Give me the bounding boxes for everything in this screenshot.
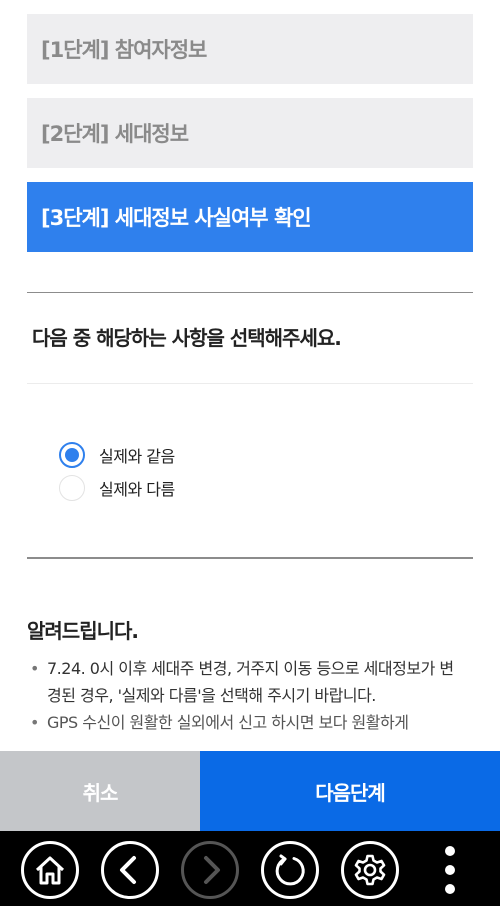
- step-2[interactable]: [2단계] 세대정보: [27, 98, 473, 168]
- notice-list: • 7.24. 0시 이후 세대주 변경, 거주지 이동 등으로 세대정보가 변…: [27, 655, 467, 736]
- radio-different[interactable]: [59, 474, 85, 501]
- divider: [27, 383, 473, 384]
- option-different[interactable]: 실제와 다름: [59, 471, 175, 504]
- notice-title: 알려드립니다.: [27, 619, 139, 643]
- refresh-icon: [275, 854, 305, 886]
- step-list: [1단계] 참여자정보 [2단계] 세대정보 [3단계] 세대정보 사실여부 확…: [27, 14, 473, 266]
- divider: [27, 292, 473, 293]
- radio-group: 실제와 같음 실제와 다름: [59, 438, 175, 504]
- notice-item-text: GPS 수신이 원활한 실외에서 신고 하시면 보다 원활하게: [47, 713, 409, 732]
- bullet-icon: •: [30, 659, 39, 678]
- back-button[interactable]: [101, 841, 159, 899]
- option-same[interactable]: 실제와 같음: [59, 438, 175, 471]
- step-3-label: [3단계] 세대정보 사실여부 확인: [41, 206, 312, 230]
- settings-icon: [354, 854, 386, 886]
- radio-same[interactable]: [59, 441, 85, 468]
- notice-item: • 7.24. 0시 이후 세대주 변경, 거주지 이동 등으로 세대정보가 변…: [27, 655, 467, 709]
- home-icon: [35, 856, 65, 885]
- step-1[interactable]: [1단계] 참여자정보: [27, 14, 473, 84]
- back-icon: [120, 856, 136, 884]
- step-3[interactable]: [3단계] 세대정보 사실여부 확인: [27, 182, 473, 252]
- next-step-button[interactable]: 다음단계: [200, 751, 500, 831]
- question-text: 다음 중 해당하는 사항을 선택해주세요.: [32, 326, 342, 350]
- action-bar: 취소 다음단계: [0, 751, 500, 831]
- cancel-button[interactable]: 취소: [0, 751, 200, 831]
- option-same-label[interactable]: 실제와 같음: [99, 443, 175, 467]
- notice-item-text: 7.24. 0시 이후 세대주 변경, 거주지 이동 등으로 세대정보가 변경된…: [47, 659, 454, 705]
- notice-item: • GPS 수신이 원활한 실외에서 신고 하시면 보다 원활하게: [27, 709, 467, 736]
- option-different-label[interactable]: 실제와 다름: [99, 476, 175, 500]
- home-button[interactable]: [21, 841, 79, 899]
- more-icon[interactable]: [440, 843, 460, 897]
- settings-button[interactable]: [341, 841, 399, 899]
- bullet-icon: •: [30, 713, 39, 732]
- step-1-label: [1단계] 참여자정보: [41, 38, 207, 62]
- forward-button[interactable]: [181, 841, 239, 899]
- step-2-label: [2단계] 세대정보: [41, 122, 189, 146]
- divider: [27, 557, 473, 559]
- refresh-button[interactable]: [261, 841, 319, 899]
- navigation-bar: [0, 831, 500, 906]
- forward-icon: [204, 856, 220, 884]
